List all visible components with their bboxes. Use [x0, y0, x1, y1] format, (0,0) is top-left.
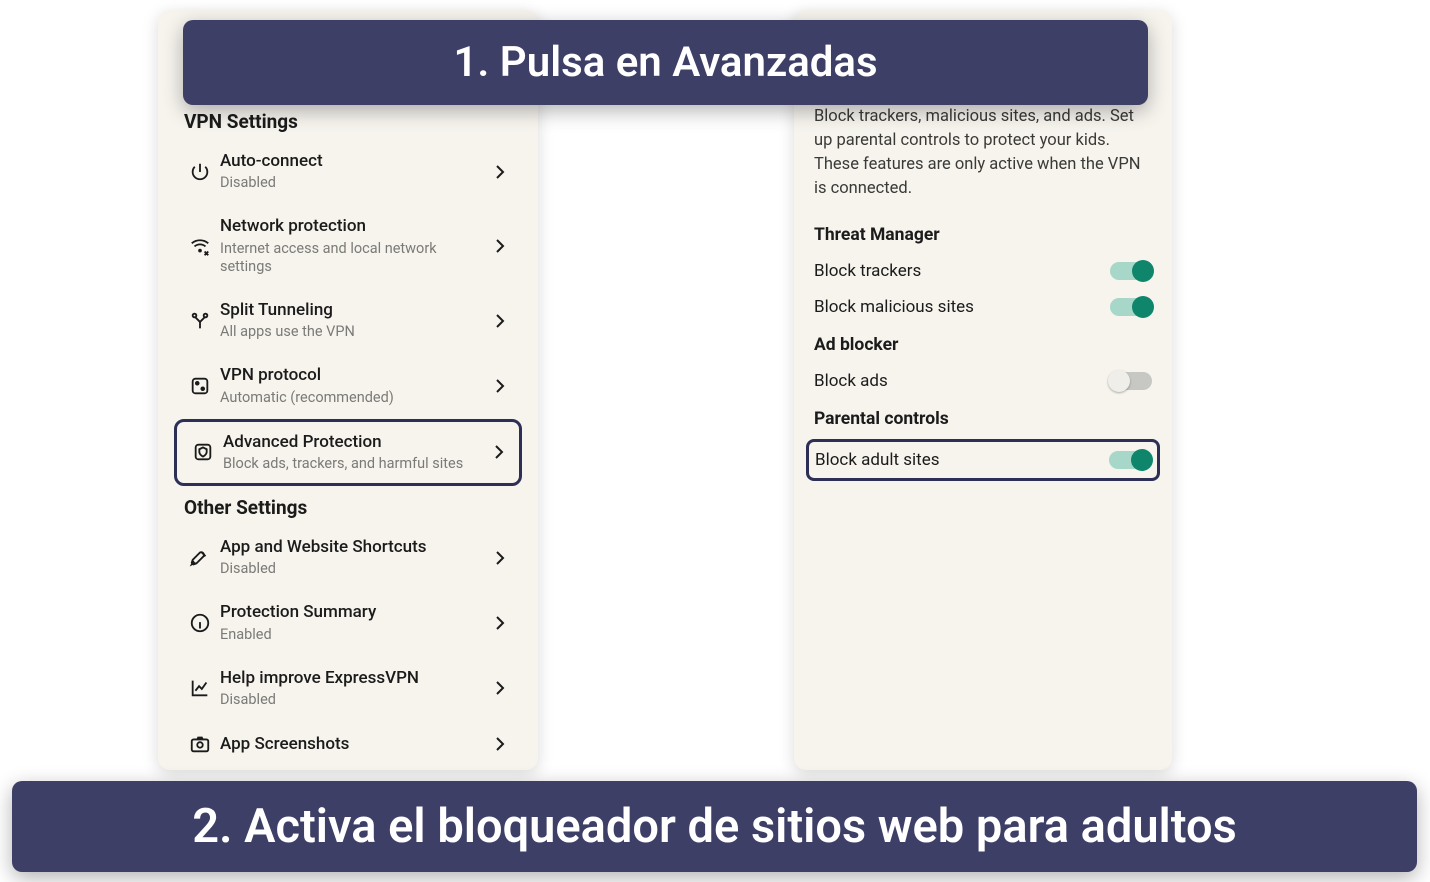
- item-text: App Screenshots: [218, 734, 488, 755]
- item-network-protection[interactable]: Network protection Internet access and l…: [174, 204, 522, 288]
- rocket-icon: [182, 547, 218, 569]
- protocol-icon: [182, 375, 218, 397]
- section-ad-blocker: Ad blocker: [810, 325, 1156, 363]
- section-parental-controls: Parental controls: [810, 399, 1156, 437]
- toggle-label: Block trackers: [814, 261, 921, 281]
- chevron-right-icon: [488, 736, 512, 752]
- item-text: App and Website Shortcuts Disabled: [218, 537, 488, 578]
- section-threat-manager: Threat Manager: [810, 215, 1156, 253]
- chevron-right-icon: [488, 313, 512, 329]
- chevron-right-icon: [488, 164, 512, 180]
- item-text: Auto-connect Disabled: [218, 151, 488, 192]
- row-block-adult-sites[interactable]: Block adult sites: [806, 439, 1160, 481]
- row-block-ads[interactable]: Block ads: [810, 363, 1156, 399]
- item-split-tunneling[interactable]: Split Tunneling All apps use the VPN: [174, 288, 522, 353]
- toggle-block-malicious[interactable]: [1110, 298, 1152, 316]
- row-block-malicious[interactable]: Block malicious sites: [810, 289, 1156, 325]
- power-icon: [182, 161, 218, 183]
- panel-description: Block trackers, malicious sites, and ads…: [810, 105, 1156, 215]
- item-text: Network protection Internet access and l…: [218, 216, 488, 276]
- item-app-screenshots[interactable]: App Screenshots: [174, 721, 522, 767]
- toggle-block-ads[interactable]: [1110, 372, 1152, 390]
- toggle-label: Block adult sites: [815, 450, 940, 470]
- row-block-trackers[interactable]: Block trackers: [810, 253, 1156, 289]
- item-text: Protection Summary Enabled: [218, 602, 488, 643]
- item-text: VPN protocol Automatic (recommended): [218, 365, 488, 406]
- section-vpn-settings: VPN Settings: [158, 100, 538, 139]
- shield-check-icon: [185, 441, 221, 463]
- advanced-protection-panel: Block trackers, malicious sites, and ads…: [794, 10, 1172, 770]
- item-vpn-protocol[interactable]: VPN protocol Automatic (recommended): [174, 353, 522, 418]
- chevron-right-icon: [488, 680, 512, 696]
- toggle-label: Block ads: [814, 371, 888, 391]
- toggle-label: Block malicious sites: [814, 297, 974, 317]
- section-other-settings: Other Settings: [158, 486, 538, 525]
- settings-panel: VPN Settings Auto-connect Disabled Netwo…: [158, 10, 538, 770]
- camera-icon: [182, 733, 218, 755]
- item-auto-connect[interactable]: Auto-connect Disabled: [174, 139, 522, 204]
- item-shortcuts[interactable]: App and Website Shortcuts Disabled: [174, 525, 522, 590]
- chart-icon: [182, 677, 218, 699]
- item-advanced-protection[interactable]: Advanced Protection Block ads, trackers,…: [174, 419, 522, 486]
- toggle-block-adult[interactable]: [1109, 451, 1151, 469]
- chevron-right-icon: [488, 615, 512, 631]
- item-text: Split Tunneling All apps use the VPN: [218, 300, 488, 341]
- toggle-block-trackers[interactable]: [1110, 262, 1152, 280]
- instruction-step-1: 1. Pulsa en Avanzadas: [183, 20, 1148, 105]
- chevron-right-icon: [488, 550, 512, 566]
- instruction-step-2: 2. Activa el bloqueador de sitios web pa…: [12, 781, 1417, 872]
- item-text: Help improve ExpressVPN Disabled: [218, 668, 488, 709]
- split-icon: [182, 310, 218, 332]
- chevron-right-icon: [488, 378, 512, 394]
- wifi-settings-icon: [182, 235, 218, 257]
- item-protection-summary[interactable]: Protection Summary Enabled: [174, 590, 522, 655]
- chevron-right-icon: [488, 238, 512, 254]
- chevron-right-icon: [487, 444, 511, 460]
- item-help-improve[interactable]: Help improve ExpressVPN Disabled: [174, 656, 522, 721]
- item-text: Advanced Protection Block ads, trackers,…: [221, 432, 487, 473]
- info-icon: [182, 612, 218, 634]
